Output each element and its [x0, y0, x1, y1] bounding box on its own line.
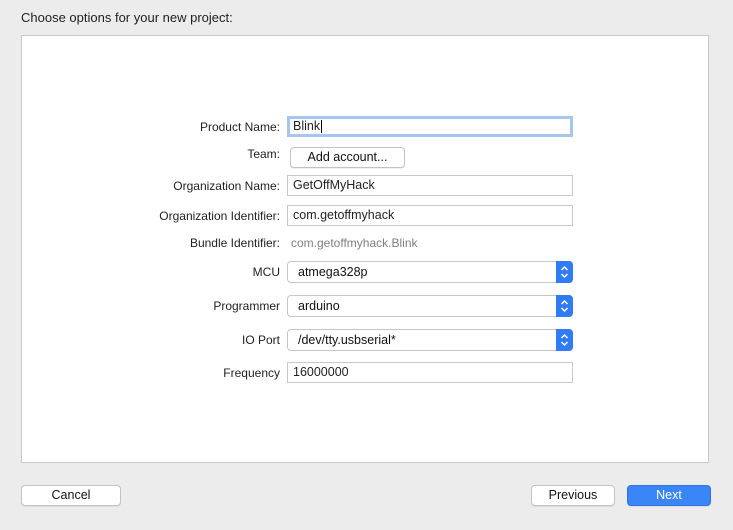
bundle-identifier-value: com.getoffmyhack.Blink — [291, 236, 418, 250]
organization-name-label: Organization Name: — [173, 179, 280, 193]
cancel-button[interactable]: Cancel — [21, 485, 121, 506]
chevron-up-down-icon — [556, 329, 573, 351]
mcu-label: MCU — [252, 265, 280, 279]
programmer-label: Programmer — [213, 299, 280, 313]
programmer-popup[interactable]: arduino — [287, 295, 573, 317]
organization-identifier-label: Organization Identifier: — [159, 209, 280, 223]
io-port-selected-value: /dev/tty.usbserial* — [298, 333, 396, 347]
organization-identifier-field[interactable]: com.getoffmyhack — [287, 205, 573, 226]
product-name-value: Blink — [293, 119, 321, 133]
mcu-selected-value: atmega328p — [298, 265, 368, 279]
organization-name-field[interactable]: GetOffMyHack — [287, 175, 573, 196]
add-account-button[interactable]: Add account... — [290, 147, 405, 168]
mcu-popup[interactable]: atmega328p — [287, 261, 573, 283]
previous-button[interactable]: Previous — [531, 485, 615, 506]
product-name-field[interactable]: Blink — [287, 116, 573, 137]
next-button[interactable]: Next — [627, 485, 711, 506]
frequency-label: Frequency — [223, 366, 280, 380]
io-port-label: IO Port — [241, 333, 280, 347]
chevron-up-down-icon — [556, 261, 573, 283]
bundle-identifier-label: Bundle Identifier: — [189, 236, 280, 250]
dialog-title: Choose options for your new project: — [21, 10, 233, 25]
io-port-popup[interactable]: /dev/tty.usbserial* — [287, 329, 573, 351]
text-caret — [321, 120, 323, 134]
chevron-up-down-icon — [556, 295, 573, 317]
product-name-label: Product Name: — [199, 120, 280, 134]
frequency-field[interactable]: 16000000 — [287, 362, 573, 383]
programmer-selected-value: arduino — [298, 299, 340, 313]
team-label: Team: — [247, 147, 280, 161]
